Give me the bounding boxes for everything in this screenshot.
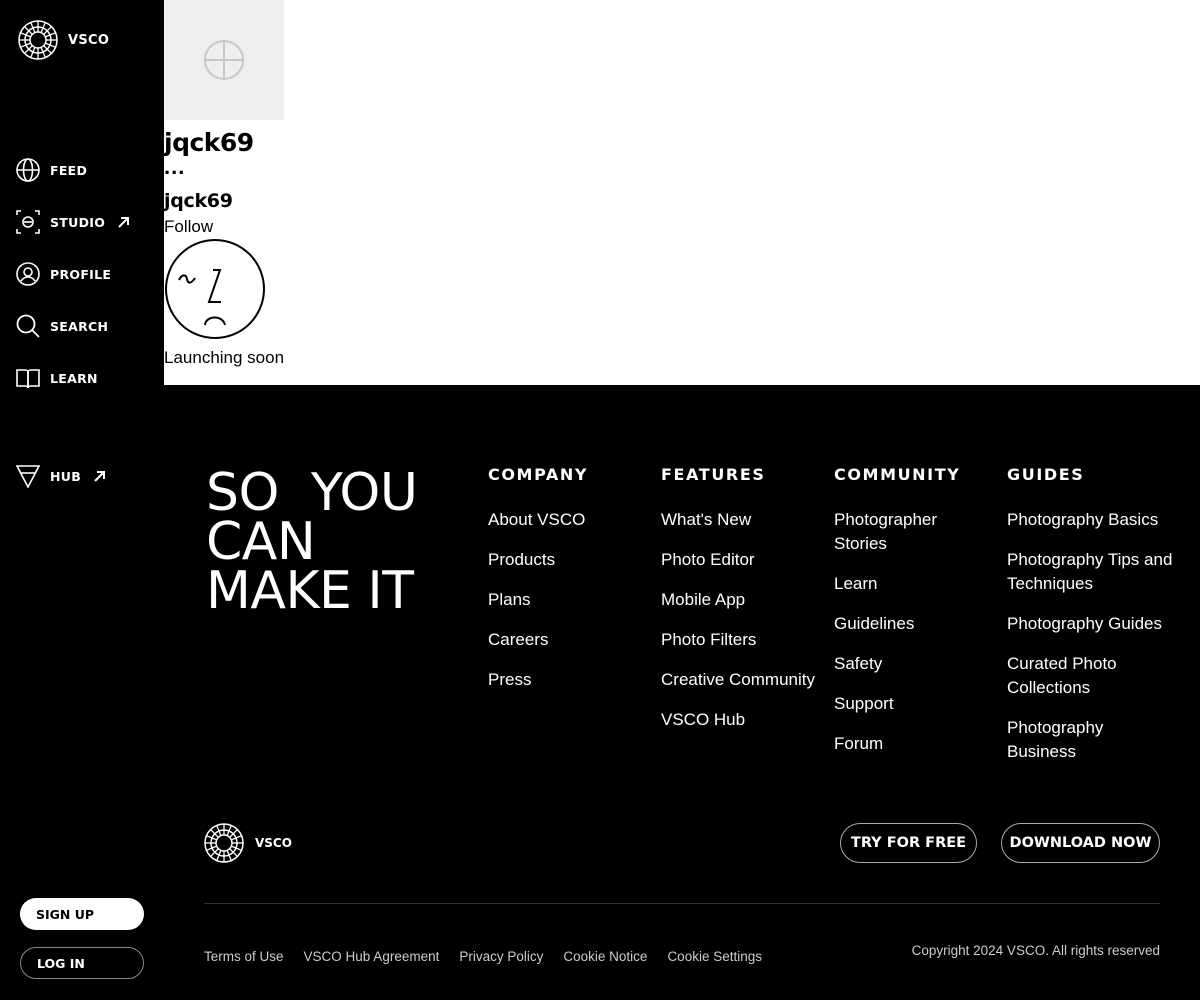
legal-links: Terms of Use VSCO Hub Agreement Privacy … — [204, 949, 762, 964]
vsco-logo-link[interactable]: VSCO — [18, 20, 109, 60]
try-for-free-button[interactable]: TRY FOR FREE — [840, 823, 977, 863]
studio-icon — [16, 210, 40, 234]
sidebar: VSCO FEED STUDIO PROFILE SEARCH LEARN HU… — [0, 0, 164, 1000]
slogan-line: SO YOU — [206, 463, 418, 523]
footer-link[interactable]: Mobile App — [661, 588, 815, 612]
sign-up-button[interactable]: SIGN UP — [20, 898, 144, 930]
footer-link[interactable]: Press — [488, 668, 588, 692]
column-title: GUIDES — [1007, 465, 1085, 484]
footer-column-features: FEATURES What's New Photo Editor Mobile … — [661, 465, 815, 748]
footer-link[interactable]: Learn — [834, 572, 984, 596]
download-now-button[interactable]: DOWNLOAD NOW — [1001, 823, 1160, 863]
brand-label: VSCO — [68, 32, 110, 48]
nav-studio-label: STUDIO — [50, 214, 106, 230]
privacy-policy-link[interactable]: Privacy Policy — [459, 949, 543, 964]
nav-hub[interactable]: HUB — [16, 464, 107, 488]
footer-link[interactable]: Products — [488, 548, 588, 572]
footer-link[interactable]: Photo Editor — [661, 548, 815, 572]
avatar — [164, 0, 284, 120]
follow-button[interactable]: Follow — [164, 217, 213, 237]
footer-brand-label: VSCO — [255, 836, 292, 850]
hub-icon — [16, 465, 40, 488]
footer-link[interactable]: Safety — [834, 652, 984, 676]
nav-learn-label: LEARN — [50, 370, 98, 386]
nav-learn[interactable]: LEARN — [16, 366, 98, 390]
terms-of-use-link[interactable]: Terms of Use — [204, 949, 284, 964]
profile-username: jqck69 — [164, 190, 233, 212]
footer-link[interactable]: Photography Tips and Techniques — [1007, 548, 1177, 596]
footer-link[interactable]: Guidelines — [834, 612, 984, 636]
copyright-text: Copyright 2024 VSCO. All rights reserved — [911, 943, 1160, 958]
column-title: COMPANY — [488, 465, 589, 484]
user-icon — [16, 262, 40, 286]
footer-link[interactable]: VSCO Hub — [661, 708, 815, 732]
footer-link[interactable]: Support — [834, 692, 984, 716]
launching-status: Launching soon — [164, 348, 285, 367]
vsco-logo-icon — [18, 20, 58, 60]
nav-feed-label: FEED — [50, 162, 88, 178]
slogan-line: MAKE IT — [206, 561, 414, 621]
footer-logo-link[interactable]: VSCO — [204, 823, 292, 863]
log-in-button[interactable]: LOG IN — [20, 947, 144, 979]
footer-link[interactable]: Photography Business — [1007, 716, 1177, 764]
avatar-placeholder-icon — [204, 40, 244, 80]
nav-search-label: SEARCH — [50, 318, 109, 334]
footer-link[interactable]: Careers — [488, 628, 588, 652]
nav-search[interactable]: SEARCH — [16, 314, 108, 338]
nav-profile-label: PROFILE — [50, 266, 112, 282]
footer-column-company: COMPANY About VSCO Products Plans Career… — [488, 465, 588, 708]
cookie-notice-link[interactable]: Cookie Notice — [563, 949, 647, 964]
nav-hub-label: HUB — [50, 468, 82, 484]
footer-link[interactable]: Plans — [488, 588, 588, 612]
external-arrow-icon — [94, 471, 106, 482]
globe-icon — [16, 158, 40, 182]
more-options-button[interactable]: ... — [164, 152, 185, 182]
footer-column-community: COMMUNITY Photographer Stories Learn Gui… — [834, 465, 984, 772]
footer-link[interactable]: Photographer Stories — [834, 508, 984, 556]
footer-link[interactable]: Forum — [834, 732, 984, 756]
book-icon — [16, 369, 40, 389]
nav-feed[interactable]: FEED — [16, 158, 87, 182]
external-arrow-icon — [118, 217, 130, 228]
footer-divider — [204, 903, 1160, 904]
slogan-heading: SO YOU CAN MAKE IT — [206, 463, 418, 621]
slogan-line: CAN — [206, 512, 316, 572]
search-icon — [16, 314, 40, 338]
cookie-settings-link[interactable]: Cookie Settings — [667, 949, 762, 964]
footer-link[interactable]: Photo Filters — [661, 628, 815, 652]
footer-link[interactable]: Photography Guides — [1007, 612, 1177, 636]
profile-content: jqck69 ... jqck69 Follow Launching soon — [164, 0, 1200, 385]
nav-studio[interactable]: STUDIO — [16, 210, 131, 234]
footer-link[interactable]: Photography Basics — [1007, 508, 1177, 532]
footer-link[interactable]: Curated Photo Collections — [1007, 652, 1177, 700]
footer: SO YOU CAN MAKE IT COMPANY About VSCO Pr… — [164, 385, 1200, 1000]
footer-link[interactable]: What's New — [661, 508, 815, 532]
nav-profile[interactable]: PROFILE — [16, 262, 111, 286]
vsco-logo-icon — [204, 823, 244, 863]
column-title: COMMUNITY — [834, 465, 961, 484]
face-illustration-icon — [165, 239, 265, 339]
footer-column-guides: GUIDES Photography Basics Photography Ti… — [1007, 465, 1177, 780]
hub-agreement-link[interactable]: VSCO Hub Agreement — [304, 949, 440, 964]
column-title: FEATURES — [661, 465, 766, 484]
footer-link[interactable]: About VSCO — [488, 508, 588, 532]
footer-link[interactable]: Creative Community — [661, 668, 815, 692]
